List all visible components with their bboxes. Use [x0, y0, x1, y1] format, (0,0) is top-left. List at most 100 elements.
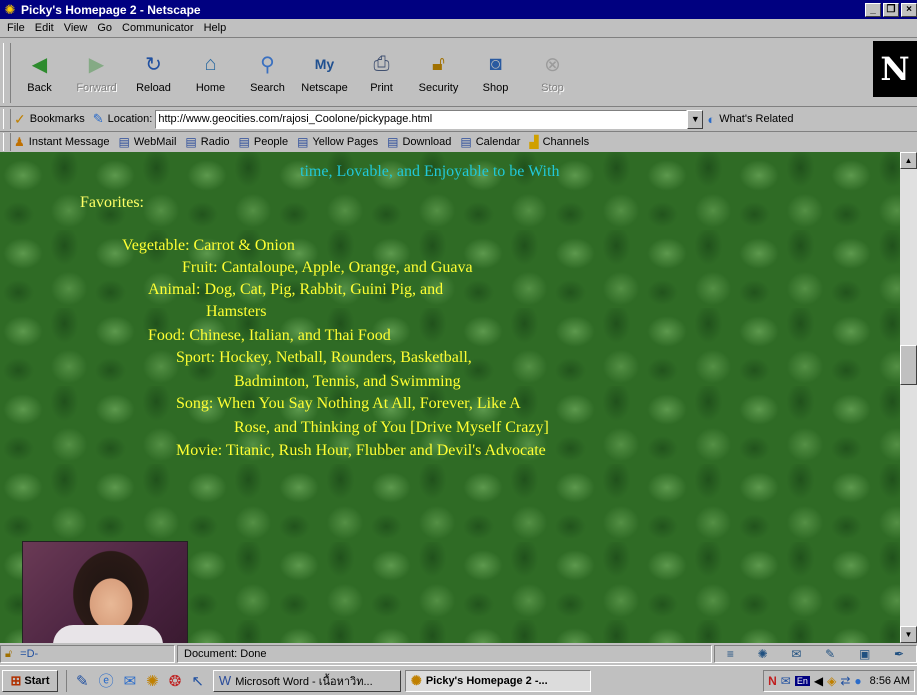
- start-label: Start: [24, 674, 50, 687]
- internet-explorer-icon[interactable]: ⓔ: [99, 670, 114, 691]
- netscape-task-icon: ✺: [410, 672, 422, 688]
- calendar-link[interactable]: ▤ Calendar: [460, 135, 520, 149]
- composer-icon[interactable]: ✎: [825, 647, 835, 661]
- close-button[interactable]: ×: [901, 2, 917, 17]
- scroll-down-button[interactable]: ▼: [900, 626, 917, 643]
- location-label-text: Location:: [107, 113, 153, 125]
- bookmark-page-icon: ▤: [185, 135, 197, 149]
- back-button[interactable]: ◀ Back: [14, 43, 65, 103]
- menu-communicator[interactable]: Communicator: [117, 22, 199, 34]
- netscape-label: Netscape: [301, 82, 348, 94]
- task-microsoft-word[interactable]: W Microsoft Word - เนื้อหาวิท...: [212, 669, 401, 692]
- scroll-thumb[interactable]: [900, 345, 917, 385]
- quick-launch-edit-icon[interactable]: ✎: [76, 672, 89, 690]
- toolbar-grip[interactable]: [3, 109, 11, 129]
- instant-message-icon: ♟: [14, 135, 25, 149]
- minimize-button[interactable]: _: [865, 2, 881, 17]
- personal-toolbar: ♟ Instant Message ▤ WebMail ▤ Radio ▤ People…: [0, 131, 917, 152]
- start-button[interactable]: ⊞ Start: [2, 669, 58, 692]
- status-security-area: 🔓︎ =D-: [0, 645, 175, 663]
- tray-app-icon[interactable]: ◈: [827, 674, 836, 688]
- print-icon: ⎙: [373, 52, 390, 75]
- clock[interactable]: 8:56 AM: [870, 675, 910, 687]
- menu-go[interactable]: Go: [92, 22, 117, 34]
- url-dropdown-button[interactable]: ▼: [687, 109, 704, 129]
- menu-file[interactable]: File: [2, 22, 30, 34]
- menu-bar: File Edit View Go Communicator Help: [0, 19, 917, 38]
- menu-edit[interactable]: Edit: [30, 22, 59, 34]
- navigator-icon[interactable]: ✺: [758, 647, 768, 661]
- netscape-app-icon[interactable]: ✺: [2, 2, 18, 18]
- forward-button[interactable]: ▶ Forward: [71, 43, 122, 103]
- security-status-icon[interactable]: 🔓︎: [5, 648, 12, 661]
- connection-status-icon: =D-: [20, 648, 39, 660]
- page-content[interactable]: time, Lovable, and Enjoyable to be With …: [0, 152, 900, 643]
- bookmarks-icon: ✓: [14, 110, 26, 127]
- radio-link[interactable]: ▤ Radio: [185, 135, 229, 149]
- address-book-icon[interactable]: ▣: [859, 647, 870, 661]
- favorite-food: Food: Chinese, Italian, and Thai Food: [148, 327, 391, 344]
- people-label: People: [253, 136, 289, 148]
- bookmark-page-icon: ▤: [460, 135, 472, 149]
- windows-logo-icon: ⊞: [10, 672, 22, 688]
- download-label: Download: [402, 136, 452, 148]
- channels-link[interactable]: ▟ Channels: [529, 135, 589, 149]
- stop-button[interactable]: ⊗ Stop: [527, 43, 578, 103]
- toolbar-grip[interactable]: [3, 133, 11, 151]
- netscape-button[interactable]: My Netscape: [299, 43, 350, 103]
- messenger-tray-icon[interactable]: ●: [854, 674, 861, 688]
- print-button[interactable]: ⎙ Print: [356, 43, 407, 103]
- favorite-animal-cont: Hamsters: [206, 303, 267, 320]
- shop-button[interactable]: ◙ Shop: [470, 43, 521, 103]
- language-indicator[interactable]: En: [794, 675, 810, 686]
- maximize-button[interactable]: ❐: [883, 2, 899, 17]
- yellow-pages-link[interactable]: ▤ Yellow Pages: [297, 135, 378, 149]
- mail-tray-icon[interactable]: ✉: [781, 674, 791, 688]
- related-icon: ◐: [707, 111, 716, 127]
- instant-message-link[interactable]: ♟ Instant Message: [14, 135, 109, 149]
- print-label: Print: [370, 82, 393, 94]
- bookmark-page-icon: ▤: [297, 135, 309, 149]
- page-proxy-icon[interactable]: ✎: [93, 111, 104, 127]
- location-toolbar: ✓ Bookmarks ✎ Location: http://www.geoci…: [0, 106, 917, 131]
- component-bar-grip[interactable]: ≡: [727, 647, 734, 661]
- outlook-express-icon[interactable]: ✉: [124, 672, 137, 690]
- volume-icon[interactable]: ◀: [814, 674, 823, 688]
- menu-view[interactable]: View: [59, 22, 93, 34]
- yellow-pages-label: Yellow Pages: [312, 136, 379, 148]
- bookmarks-button[interactable]: ✓ Bookmarks: [14, 111, 85, 128]
- people-link[interactable]: ▤ People: [239, 135, 289, 149]
- netscape-tray-icon[interactable]: N: [768, 674, 777, 688]
- search-button[interactable]: ⚲ Search: [242, 43, 293, 103]
- download-link[interactable]: ▤ Download: [387, 135, 451, 149]
- cursor-quick-icon[interactable]: ↖: [191, 672, 204, 690]
- task-netscape[interactable]: ✺ Picky's Homepage 2 -...: [404, 669, 591, 692]
- home-button[interactable]: ⌂ Home: [185, 43, 236, 103]
- bookmark-page-icon: ▤: [238, 135, 250, 149]
- favorite-song: Song: When You Say Nothing At All, Forev…: [176, 395, 521, 412]
- whats-related-button[interactable]: ◐ What's Related: [707, 112, 793, 127]
- forward-arrow-icon: ▶: [88, 53, 105, 76]
- system-tray: N ✉ En ◀ ◈ ⇄ ● 8:56 AM: [763, 669, 915, 692]
- netscape-quick-icon[interactable]: ✺: [146, 672, 159, 690]
- security-button[interactable]: 🔓︎ Security: [413, 43, 464, 103]
- reload-button[interactable]: ↻ Reload: [128, 43, 179, 103]
- vertical-scrollbar[interactable]: ▲ ▼: [900, 152, 917, 643]
- network-tray-icon[interactable]: ⇄: [840, 674, 850, 688]
- url-field[interactable]: http://www.geocities.com/rajosi_Coolone/…: [155, 109, 688, 129]
- edit-pen-icon[interactable]: ✒: [894, 647, 904, 661]
- channels-label: Channels: [542, 136, 590, 148]
- back-arrow-icon: ◀: [31, 53, 48, 76]
- toolbar-grip[interactable]: [3, 42, 11, 103]
- channels-quick-icon[interactable]: ❂: [169, 672, 182, 690]
- scroll-up-button[interactable]: ▲: [900, 152, 917, 169]
- bookmarks-label: Bookmarks: [29, 113, 85, 125]
- bookmark-page-icon: ▤: [118, 135, 130, 149]
- menu-help[interactable]: Help: [199, 22, 232, 34]
- netscape-logo[interactable]: N: [873, 41, 917, 97]
- title-bar: ✺ Picky's Homepage 2 - Netscape _ ❐ ×: [0, 0, 917, 19]
- webmail-link[interactable]: ▤ WebMail: [118, 135, 176, 149]
- messenger-icon[interactable]: ✉: [791, 647, 801, 661]
- windows-taskbar: ⊞ Start ✎ ⓔ ✉ ✺ ❂ ↖ W Microsoft Word - เ…: [0, 665, 917, 695]
- quick-launch: ✎ ⓔ ✉ ✺ ❂ ↖: [66, 669, 209, 692]
